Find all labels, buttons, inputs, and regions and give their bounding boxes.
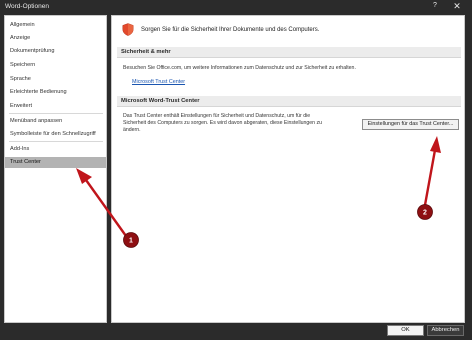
trust-description-line-1: Das Trust Center enthält Einstellungen f…	[123, 113, 311, 119]
cancel-button[interactable]: Abbrechen	[427, 325, 464, 336]
sidebar-item-allgemein[interactable]: Allgemein	[5, 20, 106, 31]
close-icon[interactable]: ✕	[452, 1, 462, 11]
word-options-dialog: Word-Optionen ? ✕ Allgemein Anzeige Doku…	[0, 0, 472, 340]
sidebar-item-add-ins[interactable]: Add-Ins	[5, 144, 106, 155]
sidebar-item-anzeige[interactable]: Anzeige	[5, 33, 106, 44]
intro-text: Sorgen Sie für die Sicherheit Ihrer Doku…	[141, 27, 320, 33]
ok-button[interactable]: OK	[387, 325, 424, 336]
sidebar-item-trust-center[interactable]: Trust Center	[5, 157, 106, 168]
security-description: Besuchen Sie Office.com, um weitere Info…	[123, 65, 356, 71]
sidebar-divider	[9, 141, 103, 142]
dialog-title: Word-Optionen	[5, 3, 49, 10]
shield-icon	[122, 23, 134, 36]
trust-center-settings-button[interactable]: Einstellungen für das Trust Center...	[362, 119, 459, 130]
sidebar-item-dokumentpruefung[interactable]: Dokumentprüfung	[5, 46, 106, 57]
section-heading-trust-center: Microsoft Word-Trust Center	[117, 96, 461, 107]
sidebar-item-erweitert[interactable]: Erweitert	[5, 101, 106, 112]
trust-description-line-2: Sicherheit des Computers zu sorgen. Es w…	[123, 120, 322, 126]
trust-description-line-3: ändern.	[123, 127, 141, 133]
sidebar-divider	[9, 113, 103, 114]
section-heading-security: Sicherheit & mehr	[117, 47, 461, 58]
help-icon[interactable]: ?	[431, 2, 439, 9]
microsoft-trust-center-link[interactable]: Microsoft Trust Center	[132, 79, 185, 85]
sidebar-item-sprache[interactable]: Sprache	[5, 74, 106, 85]
options-sidebar: Allgemein Anzeige Dokumentprüfung Speich…	[4, 15, 107, 323]
sidebar-item-menueband-anpassen[interactable]: Menüband anpassen	[5, 116, 106, 127]
trust-center-panel: Sorgen Sie für die Sicherheit Ihrer Doku…	[111, 15, 465, 323]
sidebar-item-schnellzugriff[interactable]: Symbolleiste für den Schnellzugriff	[5, 129, 106, 140]
sidebar-item-speichern[interactable]: Speichern	[5, 60, 106, 71]
sidebar-item-erleichterte-bedienung[interactable]: Erleichterte Bedienung	[5, 87, 106, 98]
title-bar: Word-Optionen ? ✕	[0, 0, 472, 14]
